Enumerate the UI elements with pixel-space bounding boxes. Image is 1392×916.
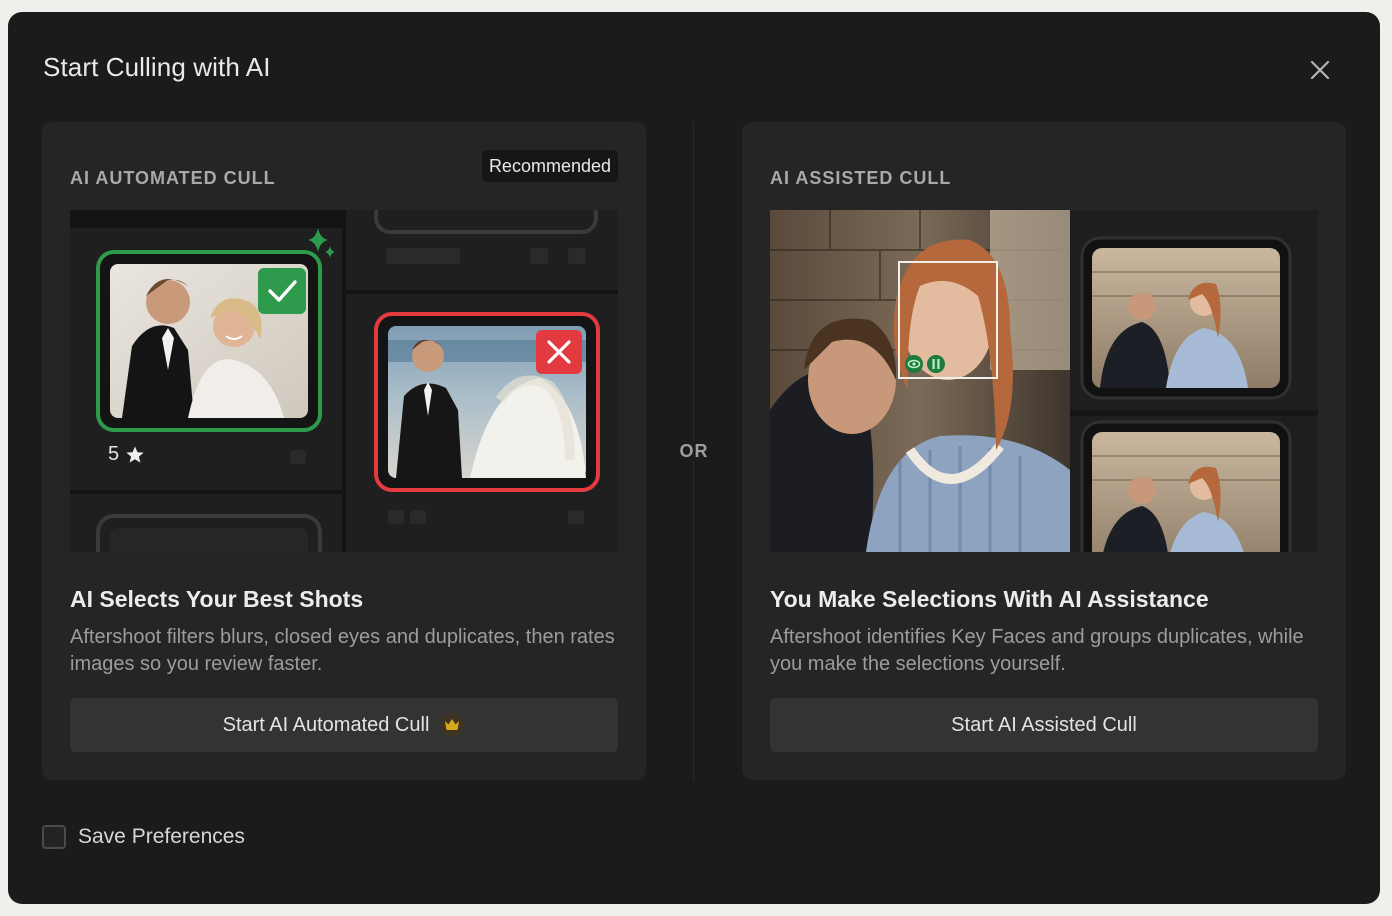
or-label: OR [674, 441, 714, 462]
automated-preview-illustration [70, 210, 618, 552]
dialog-title: Start Culling with AI [43, 52, 271, 82]
assisted-cull-preview [770, 210, 1318, 552]
start-culling-dialog: Start Culling with AI AI AUTOMATED CULL … [8, 12, 1380, 904]
rating-value: 5 [108, 443, 120, 465]
automated-cull-heading: AI Selects Your Best Shots [70, 586, 364, 612]
star-rating: 5 [108, 443, 145, 466]
save-preferences-option[interactable]: Save Preferences [42, 825, 245, 849]
crown-icon [440, 713, 465, 737]
close-button[interactable] [1306, 56, 1334, 84]
eye-icon [905, 355, 923, 373]
close-icon [1310, 60, 1330, 80]
start-automated-cull-label: Start AI Automated Cull [222, 713, 430, 736]
duplicate-thumbnail-2 [1080, 420, 1292, 552]
duplicate-thumbnail-1 [1080, 236, 1292, 400]
start-assisted-cull-button[interactable]: Start AI Assisted Cull [770, 698, 1318, 752]
automated-cull-description: Aftershoot filters blurs, closed eyes an… [70, 626, 615, 675]
assisted-cull-heading: You Make Selections With AI Assistance [770, 586, 1209, 612]
star-icon [126, 446, 144, 463]
assisted-cull-card[interactable]: AI ASSISTED CULL You Make Selections Wit… [742, 122, 1346, 780]
automated-cull-label: AI AUTOMATED CULL [70, 168, 276, 188]
assisted-preview-illustration [770, 210, 1318, 552]
pause-icon [927, 355, 945, 373]
assisted-cull-description: Aftershoot identifies Key Faces and grou… [770, 626, 1304, 675]
recommended-badge: Recommended [481, 150, 618, 182]
automated-cull-card[interactable]: AI AUTOMATED CULL Recommended 5 AI Selec… [42, 122, 646, 780]
start-automated-cull-button[interactable]: Start AI Automated Cull [70, 698, 618, 752]
assisted-cull-label: AI ASSISTED CULL [770, 168, 952, 188]
start-assisted-cull-label: Start AI Assisted Cull [951, 713, 1137, 736]
automated-cull-preview: 5 [70, 210, 618, 552]
save-preferences-checkbox[interactable] [42, 825, 66, 849]
save-preferences-label: Save Preferences [78, 825, 245, 848]
two-women-photo [770, 210, 1070, 552]
